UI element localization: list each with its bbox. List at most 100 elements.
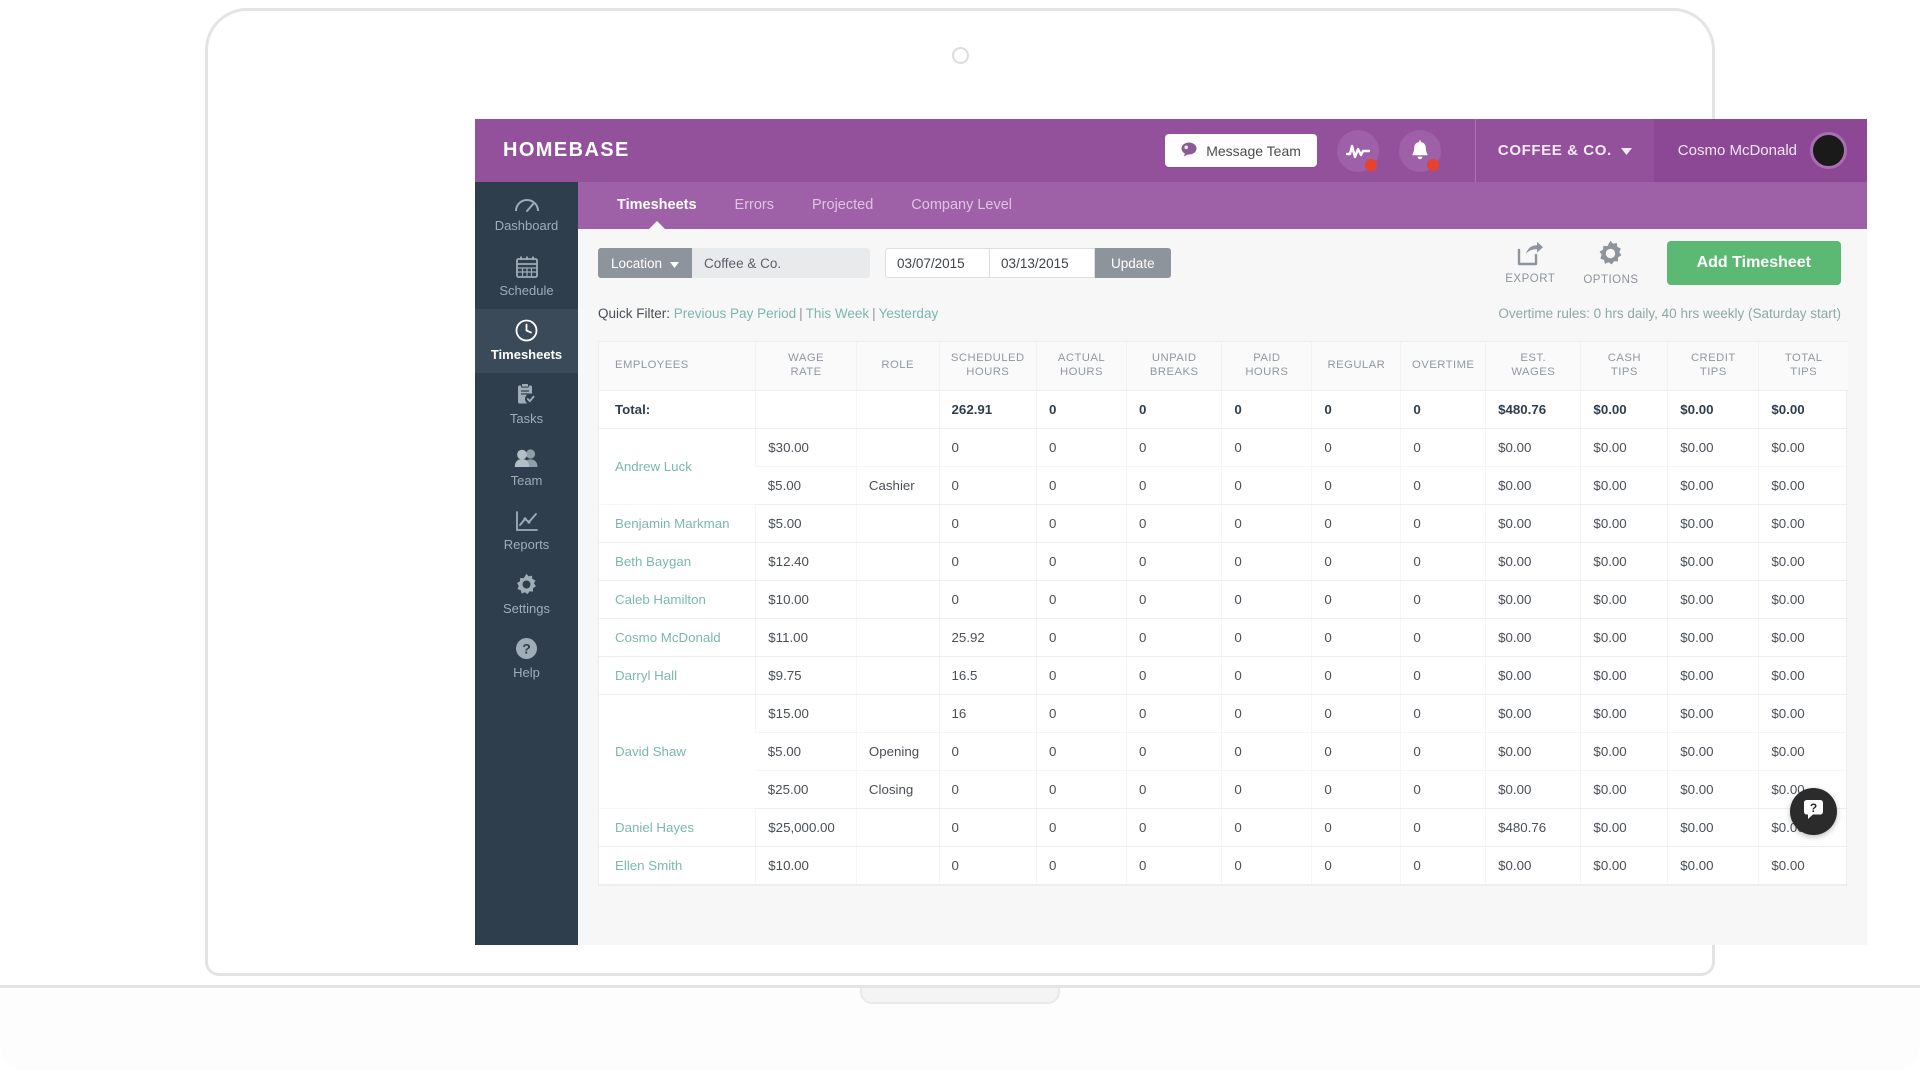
- quick-filter-yesterday[interactable]: Yesterday: [879, 306, 939, 321]
- total-credit-tips: $0.00: [1667, 390, 1759, 430]
- add-timesheet-button[interactable]: Add Timesheet: [1666, 241, 1841, 285]
- table-total-row: Total: 262.91 0 0 0 0 0 $480.76 $0.00 $0.00 $0.00: [599, 390, 1848, 430]
- sidebar-item-tasks[interactable]: Tasks: [475, 373, 578, 437]
- location-dropdown[interactable]: Location: [598, 248, 693, 278]
- cell-total-tips: $0.00: [1758, 428, 1848, 468]
- cell-cash-tips: $0.00: [1580, 580, 1668, 620]
- cell-scheduled-hours: 0: [938, 466, 1037, 506]
- homebase-logo[interactable]: HOMEBASE: [475, 139, 628, 162]
- tab-timesheets[interactable]: Timesheets: [598, 182, 716, 230]
- cell-paid-hours: 0: [1221, 580, 1312, 620]
- calendar-icon: [515, 256, 538, 279]
- sidebar-label-reports: Reports: [503, 536, 550, 552]
- employee-name[interactable]: Ellen Smith: [599, 846, 756, 886]
- cell-overtime: 0: [1400, 504, 1486, 544]
- tab-projected[interactable]: Projected: [793, 182, 892, 229]
- sidebar-item-reports[interactable]: Reports: [475, 500, 578, 564]
- table-row[interactable]: $25.00 Closing 0 0 0 0 0 0 $0.00 $0.00 $0.00 $0.00: [599, 770, 1848, 810]
- start-date-input[interactable]: 03/07/2015: [885, 248, 991, 278]
- tab-errors[interactable]: Errors: [716, 182, 793, 229]
- cell-cash-tips: $0.00: [1580, 542, 1668, 582]
- sidebar-item-dashboard[interactable]: Dashboard: [475, 182, 578, 246]
- col-overtime[interactable]: OVERTIME: [1400, 342, 1486, 392]
- cell-role: [855, 694, 940, 734]
- cell-unpaid-breaks: 0: [1126, 770, 1222, 810]
- quick-filter-this-week[interactable]: This Week: [806, 306, 870, 321]
- cell-credit-tips: $0.00: [1667, 656, 1759, 696]
- help-chat-widget[interactable]: ?: [1790, 788, 1837, 835]
- cell-paid-hours: 0: [1221, 428, 1312, 468]
- col-total-tips[interactable]: TOTAL TIPS: [1758, 342, 1848, 392]
- options-button[interactable]: OPTIONS: [1583, 240, 1638, 286]
- employee-name[interactable]: Beth Baygan: [599, 542, 756, 582]
- col-cash-tips[interactable]: CASH TIPS: [1580, 342, 1668, 392]
- col-credit-tips[interactable]: CREDIT TIPS: [1667, 342, 1759, 392]
- cell-actual-hours: 0: [1035, 504, 1127, 544]
- cell-est-wages: $0.00: [1485, 694, 1581, 734]
- cell-unpaid-breaks: 0: [1126, 504, 1222, 544]
- table-row[interactable]: Andrew Luck $30.00 0 0 0 0 0 0 $0.00 $0.00 $0.00 $0…: [599, 428, 1848, 506]
- svg-text:?: ?: [522, 640, 531, 656]
- cell-regular: 0: [1311, 504, 1401, 544]
- tab-company-level[interactable]: Company Level: [892, 182, 1031, 229]
- employee-name[interactable]: Daniel Hayes: [599, 808, 756, 848]
- sidebar-item-schedule[interactable]: Schedule: [475, 246, 578, 310]
- table-row[interactable]: Cosmo McDonald $11.00 25.92 0 0 0 0 0 $0.00 $0.00…: [599, 618, 1848, 658]
- sidebar-item-help[interactable]: ? Help: [475, 627, 578, 691]
- cell-est-wages: $0.00: [1485, 770, 1581, 810]
- table-row[interactable]: David Shaw $15.00 16 0 0 0 0 0 $0.00 $0.00 $0.00 $0…: [599, 694, 1848, 810]
- employee-name[interactable]: Caleb Hamilton: [599, 580, 756, 620]
- cell-regular: 0: [1311, 466, 1401, 506]
- cell-regular: 0: [1311, 618, 1401, 658]
- quick-filter-previous-pay-period[interactable]: Previous Pay Period: [674, 306, 796, 321]
- col-paid-hours[interactable]: PAID HOURS: [1221, 342, 1312, 392]
- quick-filter-row: Quick Filter: Previous Pay Period | This…: [578, 297, 1867, 329]
- table-row[interactable]: Benjamin Markman $5.00 0 0 0 0 0 0 $0.00 $0.00 $0.…: [599, 504, 1848, 544]
- cell-wage-rate: $25.00: [755, 770, 857, 810]
- table-header-row: EMPLOYEES WAGE RATE ROLE SCHEDULED HOURS A…: [599, 342, 1848, 392]
- table-row[interactable]: Ellen Smith $10.00 0 0 0 0 0 0 $0.00 $0.00 $0.00 $0…: [599, 846, 1848, 886]
- cell-paid-hours: 0: [1221, 846, 1312, 886]
- message-team-button[interactable]: Message Team: [1165, 134, 1317, 167]
- end-date-input[interactable]: 03/13/2015: [990, 248, 1096, 278]
- table-row[interactable]: Daniel Hayes $25,000.00 0 0 0 0 0 0 $480.76 $0.00…: [599, 808, 1848, 848]
- sidebar-item-timesheets[interactable]: Timesheets: [475, 309, 578, 373]
- cell-total-tips: $0.00: [1758, 656, 1848, 696]
- total-unpaid-breaks: 0: [1126, 390, 1222, 430]
- col-employees[interactable]: EMPLOYEES: [599, 342, 756, 392]
- company-selector[interactable]: COFFEE & CO.: [1474, 119, 1654, 182]
- employee-name[interactable]: Darryl Hall: [599, 656, 756, 696]
- employee-name[interactable]: Cosmo McDonald: [599, 618, 756, 658]
- sidebar-label-settings: Settings: [503, 601, 550, 617]
- table-row[interactable]: Darryl Hall $9.75 16.5 0 0 0 0 0 $0.00 $0.00 $0.00…: [599, 656, 1848, 696]
- update-button[interactable]: Update: [1095, 248, 1171, 278]
- col-scheduled-hours[interactable]: SCHEDULED HOURS: [938, 342, 1037, 392]
- table-row[interactable]: $5.00 Opening 0 0 0 0 0 0 $0.00 $0.00 $0.00 $0.00: [599, 732, 1848, 772]
- employee-name[interactable]: Benjamin Markman: [599, 504, 756, 544]
- sidebar-item-team[interactable]: Team: [475, 436, 578, 500]
- table-row[interactable]: $5.00 Cashier 0 0 0 0 0 0 $0.00 $0.00 $0.00 $0.00: [599, 466, 1848, 506]
- col-wage-rate[interactable]: WAGE RATE: [755, 342, 857, 392]
- col-regular[interactable]: REGULAR: [1311, 342, 1401, 392]
- cell-credit-tips: $0.00: [1667, 694, 1759, 734]
- employee-name[interactable]: David Shaw: [599, 694, 756, 810]
- table-row[interactable]: Beth Baygan $12.40 0 0 0 0 0 0 $0.00 $0.00 $0.00 $0…: [599, 542, 1848, 582]
- cell-cash-tips: $0.00: [1580, 656, 1668, 696]
- col-role[interactable]: ROLE: [855, 342, 940, 392]
- cell-overtime: 0: [1400, 618, 1486, 658]
- cell-role: [855, 542, 940, 582]
- cell-overtime: 0: [1400, 466, 1486, 506]
- user-menu[interactable]: Cosmo McDonald: [1653, 119, 1867, 182]
- export-button[interactable]: EXPORT: [1505, 241, 1555, 285]
- cell-credit-tips: $0.00: [1667, 428, 1759, 468]
- table-row[interactable]: Caleb Hamilton $10.00 0 0 0 0 0 0 $0.00 $0.00 $0.0…: [599, 580, 1848, 620]
- employee-name[interactable]: Andrew Luck: [599, 428, 756, 506]
- filter-toolbar: Location Coffee & Co. 03/07/2015 03/13/2…: [578, 229, 1867, 297]
- col-actual-hours[interactable]: ACTUAL HOURS: [1035, 342, 1127, 392]
- sidebar-item-settings[interactable]: Settings: [475, 563, 578, 627]
- bell-icon[interactable]: [1398, 129, 1441, 172]
- location-input[interactable]: Coffee & Co.: [692, 248, 871, 278]
- activity-pulse-icon[interactable]: [1336, 129, 1379, 172]
- col-est-wages[interactable]: EST. WAGES: [1485, 342, 1581, 392]
- col-unpaid-breaks[interactable]: UNPAID BREAKS: [1126, 342, 1222, 392]
